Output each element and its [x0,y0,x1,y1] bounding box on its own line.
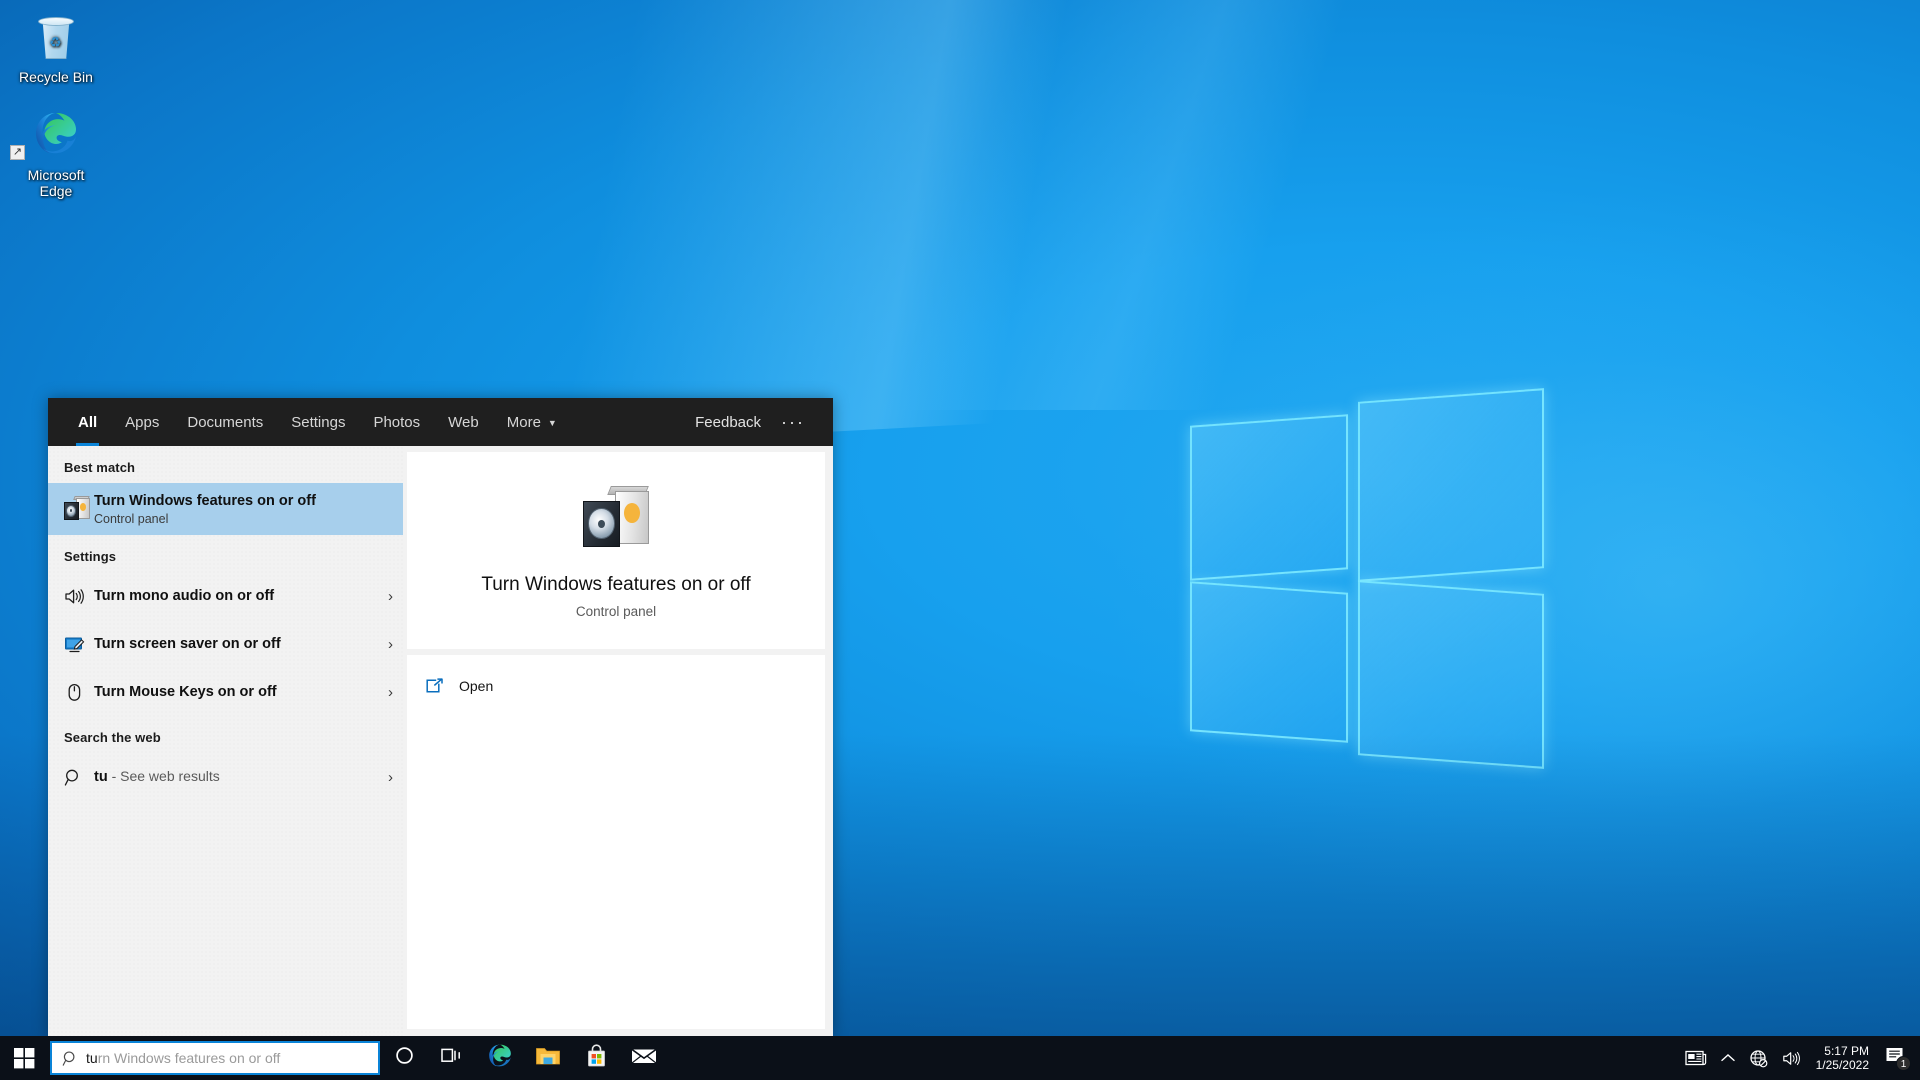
speaker-icon [64,588,94,605]
news-and-interests-icon[interactable] [1678,1036,1714,1080]
action-center-button[interactable]: 1 [1881,1036,1916,1080]
screen-saver-icon [64,636,94,653]
desktop-icon-label: Microsoft [27,167,85,183]
tab-web[interactable]: Web [434,398,493,446]
result-text: Turn Mouse Keys on or off [94,683,380,701]
search-preview-pane: Turn Windows features on or off Control … [403,446,833,1037]
chevron-right-icon: › [388,683,393,701]
action-center-badge: 1 [1896,1056,1911,1071]
web-search-query: tu [94,769,108,785]
windows-features-icon [64,496,94,522]
search-results-list[interactable]: Best match Turn Windows features on or o… [48,446,403,1037]
desktop-wallpaper[interactable]: ♻ Recycle Bin ↗ Microsoft Edge All Apps … [0,0,1920,1080]
desktop-icon-microsoft-edge[interactable]: ↗ Microsoft Edge [8,110,104,199]
result-text: Turn Windows features on or off Control … [94,492,393,526]
tab-apps[interactable]: Apps [111,398,173,446]
search-filter-tab-bar: All Apps Documents Settings Photos Web M… [48,398,833,446]
mail-envelope-icon [631,1046,657,1071]
section-header-best-match: Best match [64,460,136,475]
chevron-right-icon: › [388,587,393,605]
start-search-panel: All Apps Documents Settings Photos Web M… [48,398,833,1037]
result-title: Turn screen saver on or off [94,636,281,652]
system-tray: 5:17 PM 1/25/2022 1 [1678,1036,1920,1080]
action-label: Open [459,678,494,694]
search-input-text: turn Windows features on or off [86,1050,280,1066]
store-bag-icon [585,1043,608,1073]
result-item-turn-mono-audio[interactable]: Turn mono audio on or off › [48,572,403,620]
logo-pane-top-left [1190,414,1348,581]
task-view-button[interactable] [428,1036,476,1080]
tab-all[interactable]: All [64,398,111,446]
result-title: Turn Mouse Keys on or off [94,684,277,700]
volume-icon[interactable] [1775,1036,1808,1080]
more-options-button[interactable]: ··· [771,412,815,433]
preview-title: Turn Windows features on or off [481,574,751,595]
microsoft-edge-button[interactable] [476,1036,524,1080]
task-view-icon [441,1046,463,1070]
windows-features-icon [583,486,650,552]
cortana-button[interactable] [380,1036,428,1080]
chevron-right-icon: › [388,768,393,786]
desktop-icon-recycle-bin[interactable]: ♻ Recycle Bin [8,12,104,85]
chevron-down-icon: ▼ [547,418,557,428]
result-title: Turn Windows features on or off [94,493,316,509]
section-header-search-the-web: Search the web [64,730,161,745]
result-item-web-search[interactable]: tu - See web results › [48,753,403,801]
chevron-right-icon: › [388,635,393,653]
wallpaper-light-ray-lower [384,0,1728,411]
preview-header-card: Turn Windows features on or off Control … [407,452,825,649]
folder-icon [535,1045,561,1072]
search-panel-body: Best match Turn Windows features on or o… [48,446,833,1037]
result-text: Turn screen saver on or off [94,635,380,653]
desktop-icon-label: Recycle Bin [19,69,93,85]
tab-bar-right-actions: Feedback ··· [685,412,833,433]
network-no-internet-icon[interactable] [1742,1036,1775,1080]
edge-icon [487,1043,513,1074]
result-title: Turn mono audio on or off [94,588,275,604]
search-icon [64,768,94,787]
logo-pane-bottom-right [1358,580,1544,769]
taskbar: turn Windows features on or off 5:17 PM … [0,1036,1920,1080]
web-search-suffix: - See web results [107,768,220,784]
action-open[interactable]: Open [425,669,825,703]
search-icon [62,1050,86,1067]
desktop-icon-label-2: Edge [39,183,73,199]
microsoft-store-button[interactable] [572,1036,620,1080]
result-item-turn-screen-saver[interactable]: Turn screen saver on or off › [48,620,403,668]
section-header-settings: Settings [64,549,117,564]
clock[interactable]: 5:17 PM 1/25/2022 [1808,1036,1881,1080]
show-hidden-icons-chevron[interactable] [1714,1036,1742,1080]
file-explorer-button[interactable] [524,1036,572,1080]
preview-subtitle: Control panel [575,604,657,619]
logo-pane-top-right [1358,388,1544,582]
result-text: tu - See web results [94,768,380,786]
tab-documents[interactable]: Documents [173,398,277,446]
wallpaper-windows-logo [1190,375,1550,769]
tab-photos[interactable]: Photos [359,398,434,446]
clock-date: 1/25/2022 [1815,1058,1869,1072]
mouse-icon [64,683,94,702]
clock-time: 5:17 PM [1824,1044,1869,1058]
edge-icon: ↗ [8,110,104,162]
search-suggestion-text: rn Windows features on or off [97,1050,281,1066]
search-typed-text: tu [86,1050,98,1066]
feedback-button[interactable]: Feedback [685,414,771,431]
start-button[interactable] [0,1036,48,1080]
preview-actions-card: Open [407,655,825,1029]
recycle-bin-icon: ♻ [8,12,104,64]
result-subtitle: Control panel [94,512,169,526]
open-external-icon [425,677,459,695]
shortcut-arrow-icon: ↗ [10,145,25,160]
result-item-turn-mouse-keys[interactable]: Turn Mouse Keys on or off › [48,668,403,716]
tab-settings[interactable]: Settings [277,398,359,446]
tab-more[interactable]: More ▼ [493,398,571,446]
result-item-best-match[interactable]: Turn Windows features on or off Control … [48,483,403,535]
mail-button[interactable] [620,1036,668,1080]
cortana-circle-icon [395,1046,414,1070]
logo-pane-bottom-left [1190,581,1348,743]
taskbar-search-input[interactable]: turn Windows features on or off [50,1041,380,1075]
result-text: Turn mono audio on or off [94,587,380,605]
